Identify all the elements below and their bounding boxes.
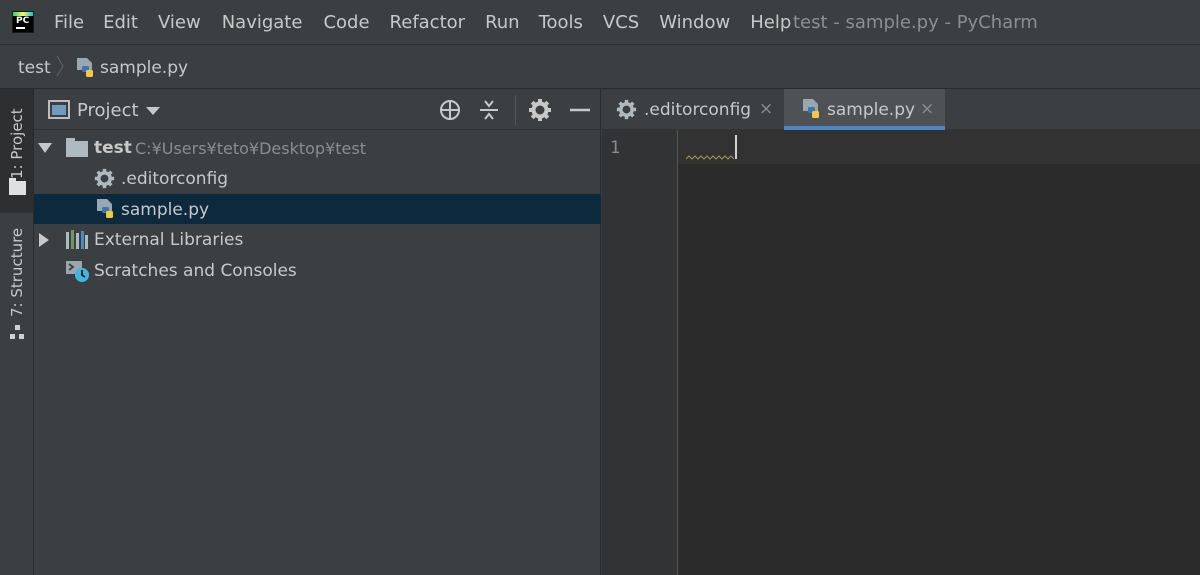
tree-item-editorconfig[interactable]: .editorconfig — [34, 164, 601, 194]
close-icon[interactable]: × — [759, 99, 773, 119]
menu-tools[interactable]: Tools — [539, 12, 583, 33]
pycharm-logo-icon[interactable]: PC — [12, 11, 34, 33]
menu-refactor[interactable]: Refactor — [390, 12, 466, 33]
gear-icon — [94, 168, 115, 189]
tree-item-label: sample.py — [121, 200, 210, 220]
tab-label: .editorconfig — [644, 100, 752, 120]
close-icon[interactable]: × — [920, 99, 934, 119]
menu-window[interactable]: Window — [659, 12, 730, 33]
folder-icon — [9, 178, 26, 195]
python-file-icon — [97, 199, 113, 218]
tree-item-scratches[interactable]: Scratches and Consoles — [34, 256, 601, 286]
locate-target-icon[interactable] — [438, 98, 462, 122]
chevron-down-icon[interactable] — [146, 107, 160, 115]
menu-edit[interactable]: Edit — [103, 12, 138, 33]
window-title: test - sample.py - PyCharm — [793, 12, 1038, 33]
breadcrumb: test sample.py — [0, 44, 1200, 89]
menu-code[interactable]: Code — [323, 12, 369, 33]
header-divider — [515, 95, 516, 125]
tree-item-label: .editorconfig — [121, 169, 229, 189]
tree-item-path: C:¥Users¥teto¥Desktop¥test — [135, 139, 366, 158]
tree-item-project-root[interactable]: test C:¥Users¥teto¥Desktop¥test — [34, 133, 601, 163]
tab-editorconfig[interactable]: .editorconfig × — [602, 89, 783, 130]
tool-tab-project-label: 1: Project — [8, 108, 26, 179]
scratches-icon — [66, 261, 89, 282]
line-number: 1 — [610, 138, 621, 158]
project-panel-header: Project — [34, 89, 601, 130]
editor-area: .editorconfig × sample.py × 1 — [602, 89, 1200, 575]
tab-label: sample.py — [827, 100, 916, 120]
tree-item-sample-py[interactable]: sample.py — [34, 194, 601, 224]
project-view-icon — [48, 100, 70, 119]
structure-icon — [10, 325, 24, 339]
libraries-icon — [66, 230, 88, 249]
tree-item-external-libraries[interactable]: External Libraries — [34, 225, 601, 255]
tool-tab-structure-label: 7: Structure — [8, 227, 26, 317]
editor-tab-bar: .editorconfig × sample.py × — [602, 89, 1200, 130]
menu-bar: PC File Edit View Navigate Code Refactor… — [0, 0, 1200, 44]
menu-navigate[interactable]: Navigate — [222, 12, 303, 33]
tree-item-label: Scratches and Consoles — [94, 261, 297, 281]
current-line-highlight[interactable] — [678, 130, 1200, 164]
menu-run[interactable]: Run — [485, 12, 520, 33]
menu-view[interactable]: View — [158, 12, 201, 33]
breadcrumb-project[interactable]: test — [18, 58, 51, 78]
python-file-icon — [77, 58, 93, 77]
breadcrumb-file[interactable]: sample.py — [100, 58, 188, 78]
menu-items: File Edit View Navigate Code Refactor Ru… — [54, 12, 791, 33]
menu-file[interactable]: File — [54, 12, 84, 33]
python-file-icon — [803, 99, 819, 118]
text-cursor — [735, 135, 737, 159]
menu-help[interactable]: Help — [750, 12, 791, 33]
project-panel-title[interactable]: Project — [77, 100, 139, 121]
line-number-gutter: 1 — [602, 130, 678, 575]
warning-squiggle — [686, 155, 734, 160]
project-panel: Project test C:¥Users¥teto¥Desktop¥test … — [34, 89, 601, 575]
tool-tab-project[interactable]: 1: Project — [0, 89, 33, 213]
folder-icon — [66, 138, 88, 157]
tab-sample-py[interactable]: sample.py × — [784, 89, 945, 130]
minimize-icon[interactable] — [568, 98, 592, 122]
menu-vcs[interactable]: VCS — [603, 12, 639, 33]
gear-icon — [616, 99, 637, 120]
tree-item-label: External Libraries — [94, 230, 244, 250]
collapse-all-icon[interactable] — [477, 98, 501, 122]
tool-window-stripe: 1: Project 7: Structure — [0, 89, 34, 575]
tree-item-label: test — [94, 138, 132, 158]
expand-arrow-icon[interactable] — [39, 233, 49, 247]
gear-icon[interactable] — [528, 98, 552, 122]
breadcrumb-separator-icon — [56, 55, 64, 77]
expand-arrow-icon[interactable] — [38, 143, 52, 153]
